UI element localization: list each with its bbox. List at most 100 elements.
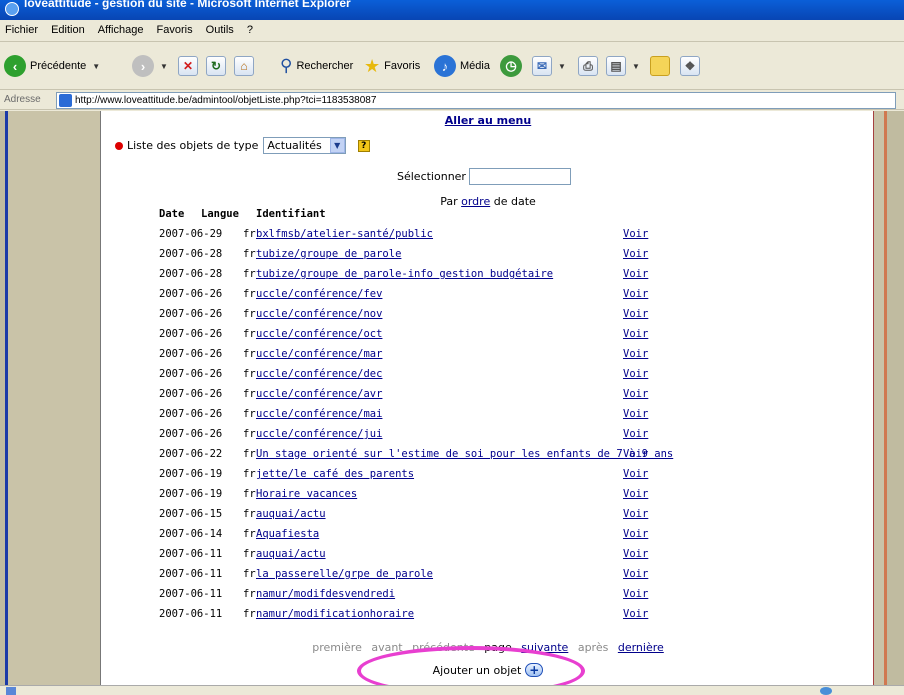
- row-view-link[interactable]: Voir: [623, 448, 648, 460]
- row-lang: fr: [243, 348, 256, 360]
- add-object-label[interactable]: Ajouter un objet: [433, 664, 522, 677]
- row-identifier-link[interactable]: uccle/conférence/nov: [256, 308, 382, 320]
- stop-icon: ✕: [178, 56, 198, 76]
- print-button[interactable]: ⎙: [578, 51, 598, 81]
- row-identifier-link[interactable]: Horaire vacances: [256, 488, 357, 500]
- mail-button[interactable]: ✉ ▼: [532, 51, 566, 81]
- help-icon[interactable]: ?: [357, 139, 370, 152]
- sort-row: Par ordre de date: [101, 195, 875, 208]
- row-identifier-link[interactable]: tubize/groupe de parole: [256, 248, 401, 260]
- row-identifier-link[interactable]: auquai/actu: [256, 508, 326, 520]
- home-button[interactable]: ⌂: [234, 51, 254, 81]
- back-to-menu-link[interactable]: Aller au menu: [445, 114, 531, 127]
- row-identifier-link[interactable]: auquai/actu: [256, 548, 326, 560]
- edit-button[interactable]: ▤ ▼: [606, 51, 640, 81]
- menu-link-row: Aller au menu: [101, 114, 875, 127]
- search-button[interactable]: ⚲ Rechercher: [280, 51, 353, 81]
- menu-favoris[interactable]: Favoris: [152, 20, 198, 36]
- row-view-link[interactable]: Voir: [623, 288, 648, 300]
- row-lang: fr: [243, 408, 256, 420]
- row-identifier-link[interactable]: Aquafiesta: [256, 528, 319, 540]
- select-input[interactable]: [468, 168, 571, 185]
- print-icon: ⎙: [578, 56, 598, 76]
- row-view-link[interactable]: Voir: [623, 268, 648, 280]
- home-icon: ⌂: [234, 56, 254, 76]
- menu-affichage[interactable]: Affichage: [93, 20, 149, 36]
- row-view-link[interactable]: Voir: [623, 588, 648, 600]
- row-view-link[interactable]: Voir: [623, 568, 648, 580]
- row-identifier-link[interactable]: uccle/conférence/oct: [256, 328, 382, 340]
- messenger-button[interactable]: ❖: [680, 51, 700, 81]
- menu-outils[interactable]: Outils: [201, 20, 239, 36]
- menu-help[interactable]: ?: [242, 20, 258, 36]
- object-type-row: Liste des objets de type Actualités ▼ ?: [115, 137, 370, 154]
- row-identifier-link[interactable]: uccle/conférence/mar: [256, 348, 382, 360]
- row-view-link[interactable]: Voir: [623, 528, 648, 540]
- row-identifier-link[interactable]: Un stage orienté sur l'estime de soi pou…: [256, 448, 673, 460]
- row-identifier-link[interactable]: uccle/conférence/fev: [256, 288, 382, 300]
- window-title-bar: loveattitude - gestion du site - Microso…: [0, 0, 904, 20]
- row-identifier-link[interactable]: la passerelle/grpe de parole: [256, 568, 433, 580]
- sort-suffix: de date: [493, 195, 536, 208]
- edit-icon: ▤: [606, 56, 626, 76]
- media-icon: ♪: [434, 55, 456, 77]
- menu-fichier[interactable]: Fichier: [0, 20, 43, 36]
- row-date: 2007-06-26: [159, 328, 223, 340]
- address-input[interactable]: http://www.loveattitude.be/admintool/obj…: [56, 92, 896, 109]
- row-view-link[interactable]: Voir: [623, 428, 648, 440]
- media-button[interactable]: ♪ Média: [434, 51, 490, 81]
- select-label: Sélectionner: [397, 170, 466, 183]
- row-identifier-link[interactable]: namur/modificationhoraire: [256, 608, 414, 620]
- row-date: 2007-06-28: [159, 248, 223, 260]
- stop-button[interactable]: ✕: [178, 51, 198, 81]
- sort-order-link[interactable]: ordre: [461, 195, 490, 208]
- pager-next-page[interactable]: suivante: [521, 641, 568, 654]
- row-identifier-link[interactable]: jette/le café des parents: [256, 468, 414, 480]
- row-lang: fr: [243, 548, 256, 560]
- row-identifier-link[interactable]: uccle/conférence/avr: [256, 388, 382, 400]
- row-view-link[interactable]: Voir: [623, 468, 648, 480]
- pager-prev-page: précédente: [412, 641, 475, 654]
- row-view-link[interactable]: Voir: [623, 328, 648, 340]
- internet-zone-icon: [820, 687, 832, 695]
- row-view-link[interactable]: Voir: [623, 228, 648, 240]
- folder-button[interactable]: [650, 51, 670, 81]
- row-lang: fr: [243, 308, 256, 320]
- row-view-link[interactable]: Voir: [623, 508, 648, 520]
- row-identifier-link[interactable]: tubize/groupe de parole-info gestion bud…: [256, 268, 553, 280]
- pager-last[interactable]: dernière: [618, 641, 664, 654]
- row-identifier-link[interactable]: uccle/conférence/dec: [256, 368, 382, 380]
- menu-bar: Fichier Edition Affichage Favoris Outils…: [0, 20, 904, 42]
- history-button[interactable]: ◷: [500, 51, 522, 81]
- row-view-link[interactable]: Voir: [623, 608, 648, 620]
- row-lang: fr: [243, 428, 256, 440]
- back-button[interactable]: ‹ Précédente ▼: [4, 51, 100, 81]
- object-type-select[interactable]: Actualités ▼: [263, 137, 346, 154]
- right-gutter: [874, 111, 884, 685]
- row-identifier-link[interactable]: bxlfmsb/atelier-santé/public: [256, 228, 433, 240]
- row-view-link[interactable]: Voir: [623, 388, 648, 400]
- row-lang: fr: [243, 248, 256, 260]
- row-identifier-link[interactable]: uccle/conférence/jui: [256, 428, 382, 440]
- row-lang: fr: [243, 228, 256, 240]
- row-identifier-link[interactable]: namur/modifdesvendredi: [256, 588, 395, 600]
- row-view-link[interactable]: Voir: [623, 368, 648, 380]
- favorites-button[interactable]: ★ Favoris: [364, 51, 420, 81]
- row-date: 2007-06-26: [159, 408, 223, 420]
- browser-content: Aller au menu Liste des objets de type A…: [0, 111, 904, 685]
- row-date: 2007-06-26: [159, 388, 223, 400]
- add-object-row[interactable]: Ajouter un objet +: [101, 663, 875, 677]
- row-view-link[interactable]: Voir: [623, 408, 648, 420]
- row-lang: fr: [243, 468, 256, 480]
- row-view-link[interactable]: Voir: [623, 488, 648, 500]
- forward-button[interactable]: › ▼: [132, 51, 168, 81]
- row-view-link[interactable]: Voir: [623, 548, 648, 560]
- row-view-link[interactable]: Voir: [623, 348, 648, 360]
- row-identifier-link[interactable]: uccle/conférence/mai: [256, 408, 382, 420]
- row-view-link[interactable]: Voir: [623, 308, 648, 320]
- row-view-link[interactable]: Voir: [623, 248, 648, 260]
- menu-edition[interactable]: Edition: [46, 20, 90, 36]
- refresh-button[interactable]: ↻: [206, 51, 226, 81]
- row-date: 2007-06-26: [159, 428, 223, 440]
- plus-icon[interactable]: +: [525, 663, 544, 677]
